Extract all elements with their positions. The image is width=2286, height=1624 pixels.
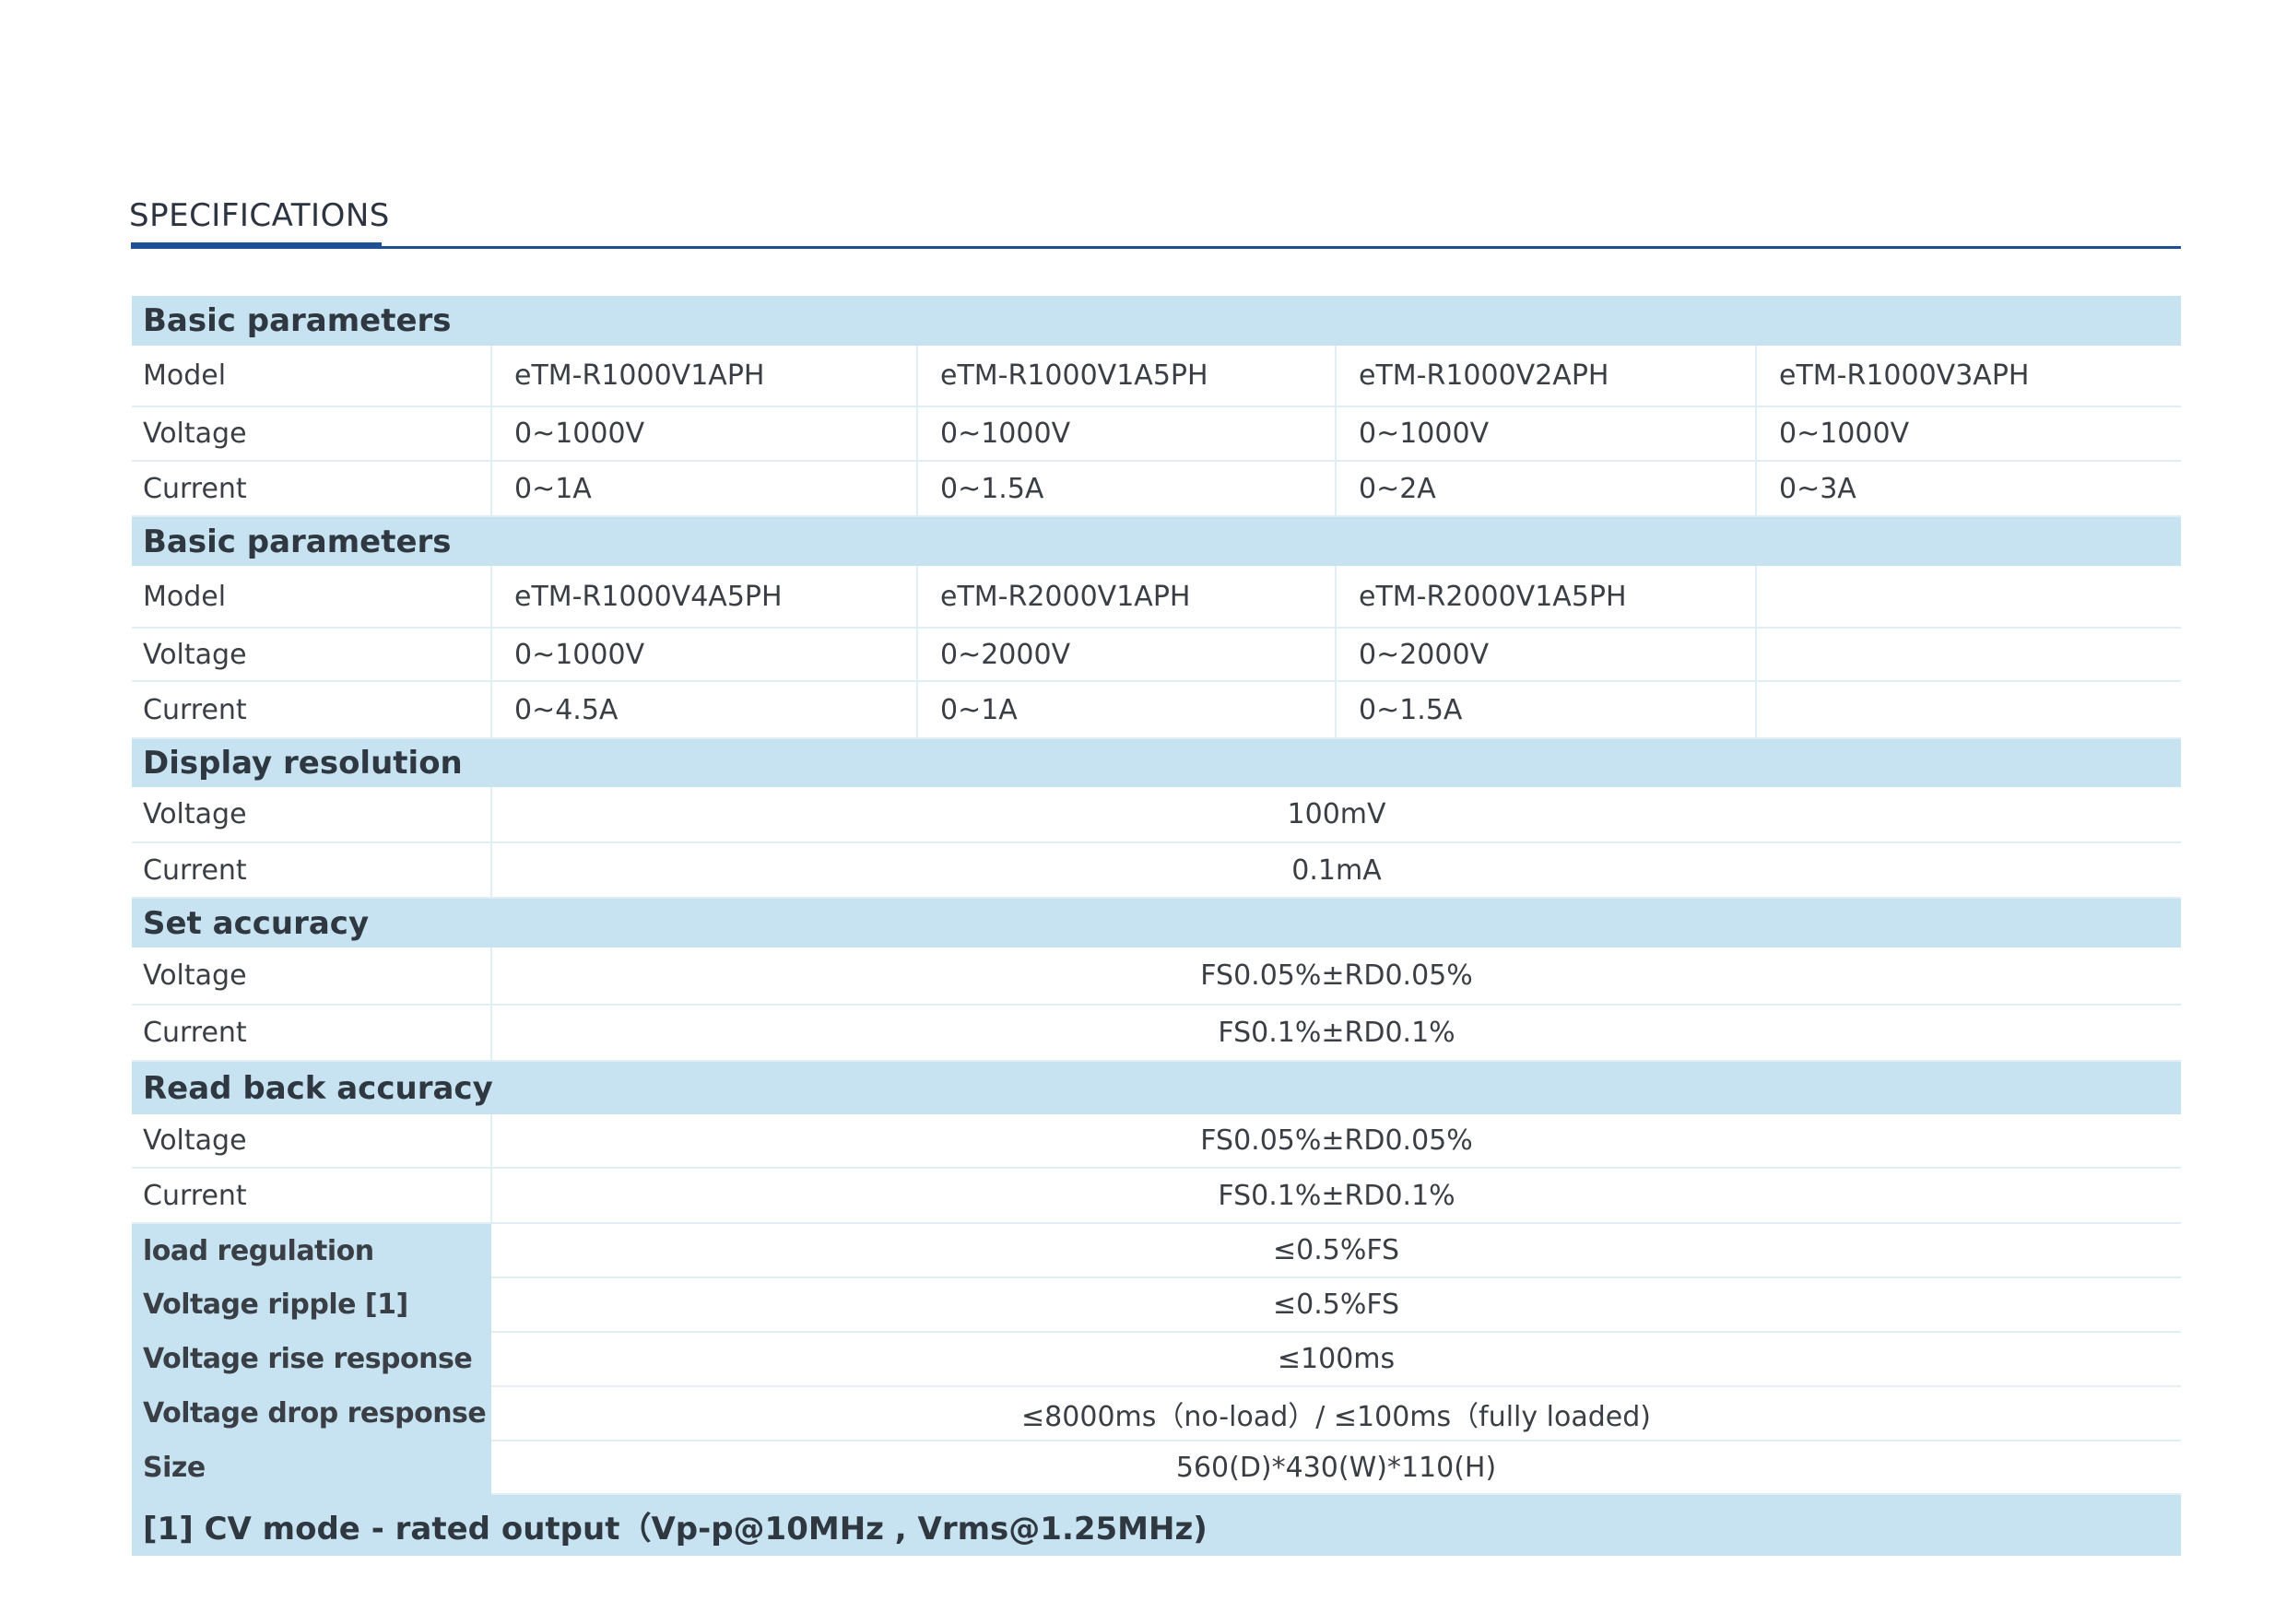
table-row-voltage-ripple: Voltage ripple [1] ≤0.5%FS [132, 1277, 2182, 1333]
table-row-voltage: Voltage 100mV [132, 787, 2182, 843]
section-header-basic-parameters: Basic parameters [132, 296, 2182, 346]
table-row-model: Model eTM-R1000V4A5PH eTM-R2000V1APH eTM… [132, 566, 2182, 629]
section-header-display-resolution: Display resolution [132, 738, 2182, 787]
table-cell: FS0.1%±RD0.1% [491, 1005, 2182, 1062]
table-row-current: Current FS0.1%±RD0.1% [132, 1005, 2182, 1062]
section-title: Read back accuracy [132, 1061, 2182, 1114]
table-cell: 0~2000V [1336, 628, 1757, 682]
table-cell: eTM-R2000V1A5PH [1336, 566, 1757, 629]
table-cell: ≤0.5%FS [491, 1277, 2182, 1333]
table-cell: 0~1000V [491, 628, 918, 682]
table-row-model: Model eTM-R1000V1APH eTM-R1000V1A5PH eTM… [132, 346, 2182, 407]
row-label: Model [132, 346, 492, 407]
table-cell: eTM-R1000V2APH [1336, 346, 1757, 407]
row-label: Voltage [132, 1114, 492, 1169]
row-label: Current [132, 1005, 492, 1062]
table-row-load-regulation: load regulation ≤0.5%FS [132, 1223, 2182, 1278]
footnote-row: [1] CV mode - rated output（Vp-p@10MHz , … [132, 1494, 2182, 1556]
row-label: Current [132, 461, 492, 517]
row-label: Current [132, 842, 492, 899]
table-cell: eTM-R1000V4A5PH [491, 566, 918, 629]
table-cell: 0.1mA [491, 842, 2182, 899]
table-cell: 0~1A [917, 681, 1337, 739]
table-row-voltage: Voltage FS0.05%±RD0.05% [132, 1114, 2182, 1169]
table-cell: 0~2A [1336, 461, 1757, 517]
table-cell: ≤0.5%FS [491, 1223, 2182, 1278]
table-row-current: Current 0~4.5A 0~1A 0~1.5A [132, 681, 2182, 739]
table-cell: FS0.1%±RD0.1% [491, 1168, 2182, 1224]
table-cell [1756, 628, 2182, 682]
table-row-current: Current FS0.1%±RD0.1% [132, 1168, 2182, 1224]
title-underline [131, 246, 2181, 249]
table-row-current: Current 0~1A 0~1.5A 0~2A 0~3A [132, 461, 2182, 517]
row-label: Voltage [132, 947, 492, 1006]
section-title: Set accuracy [132, 898, 2182, 947]
table-row-voltage: Voltage FS0.05%±RD0.05% [132, 947, 2182, 1006]
row-label: Voltage [132, 787, 492, 843]
row-label: Voltage drop response [132, 1386, 491, 1441]
title-underline-accent [131, 242, 382, 249]
row-label: Current [132, 681, 492, 739]
row-label: Voltage [132, 406, 492, 462]
table-cell [1756, 566, 2182, 629]
table-cell: 0~1.5A [917, 461, 1337, 517]
table-cell: 0~2000V [917, 628, 1337, 682]
table-cell: 0~1A [491, 461, 918, 517]
section-title: Basic parameters [132, 296, 2182, 346]
table-cell: 100mV [491, 787, 2182, 843]
table-cell: ≤8000ms（no-load）/ ≤100ms（fully loaded) [491, 1386, 2182, 1442]
section-header-basic-parameters: Basic parameters [132, 516, 2182, 566]
table-row-current: Current 0.1mA [132, 842, 2182, 899]
table-row-voltage-rise-response: Voltage rise response ≤100ms [132, 1332, 2182, 1387]
table-cell: FS0.05%±RD0.05% [491, 947, 2182, 1006]
row-label: load regulation [132, 1223, 491, 1277]
table-cell: 0~1000V [917, 406, 1337, 462]
row-label: Voltage rise response [132, 1332, 491, 1386]
row-label: Model [132, 566, 492, 629]
table-cell: 0~4.5A [491, 681, 918, 739]
row-label: Voltage [132, 628, 492, 682]
table-cell: ≤100ms [491, 1332, 2182, 1387]
section-title: Display resolution [132, 738, 2182, 787]
table-cell: 0~1000V [491, 406, 918, 462]
table-cell [1756, 681, 2182, 739]
table-cell: 0~1000V [1756, 406, 2182, 462]
table-row-voltage-drop-response: Voltage drop response ≤8000ms（no-load）/ … [132, 1386, 2182, 1442]
table-cell: 560(D)*430(W)*110(H) [491, 1441, 2182, 1495]
table-cell: eTM-R1000V1A5PH [917, 346, 1337, 407]
section-header-read-back-accuracy: Read back accuracy [132, 1061, 2182, 1114]
table-row-voltage: Voltage 0~1000V 0~1000V 0~1000V 0~1000V [132, 406, 2182, 462]
table-cell: 0~1000V [1336, 406, 1757, 462]
table-row-voltage: Voltage 0~1000V 0~2000V 0~2000V [132, 628, 2182, 682]
table-cell: eTM-R2000V1APH [917, 566, 1337, 629]
table-row-size: Size 560(D)*430(W)*110(H) [132, 1441, 2182, 1495]
table-cell: FS0.05%±RD0.05% [491, 1114, 2182, 1169]
row-label: Voltage ripple [1] [132, 1277, 491, 1332]
table-cell: 0~3A [1756, 461, 2182, 517]
table-cell: eTM-R1000V3APH [1756, 346, 2182, 407]
section-header-set-accuracy: Set accuracy [132, 898, 2182, 947]
table-cell: 0~1.5A [1336, 681, 1757, 739]
row-label: Size [132, 1441, 491, 1494]
section-title: Basic parameters [132, 516, 2182, 566]
footnote: [1] CV mode - rated output（Vp-p@10MHz , … [132, 1494, 2182, 1556]
row-label: Current [132, 1168, 492, 1224]
table-cell: eTM-R1000V1APH [491, 346, 918, 407]
specifications-table: Basic parameters Model eTM-R1000V1APH eT… [132, 296, 2182, 1556]
page-title: SPECIFICATIONS [129, 197, 390, 234]
